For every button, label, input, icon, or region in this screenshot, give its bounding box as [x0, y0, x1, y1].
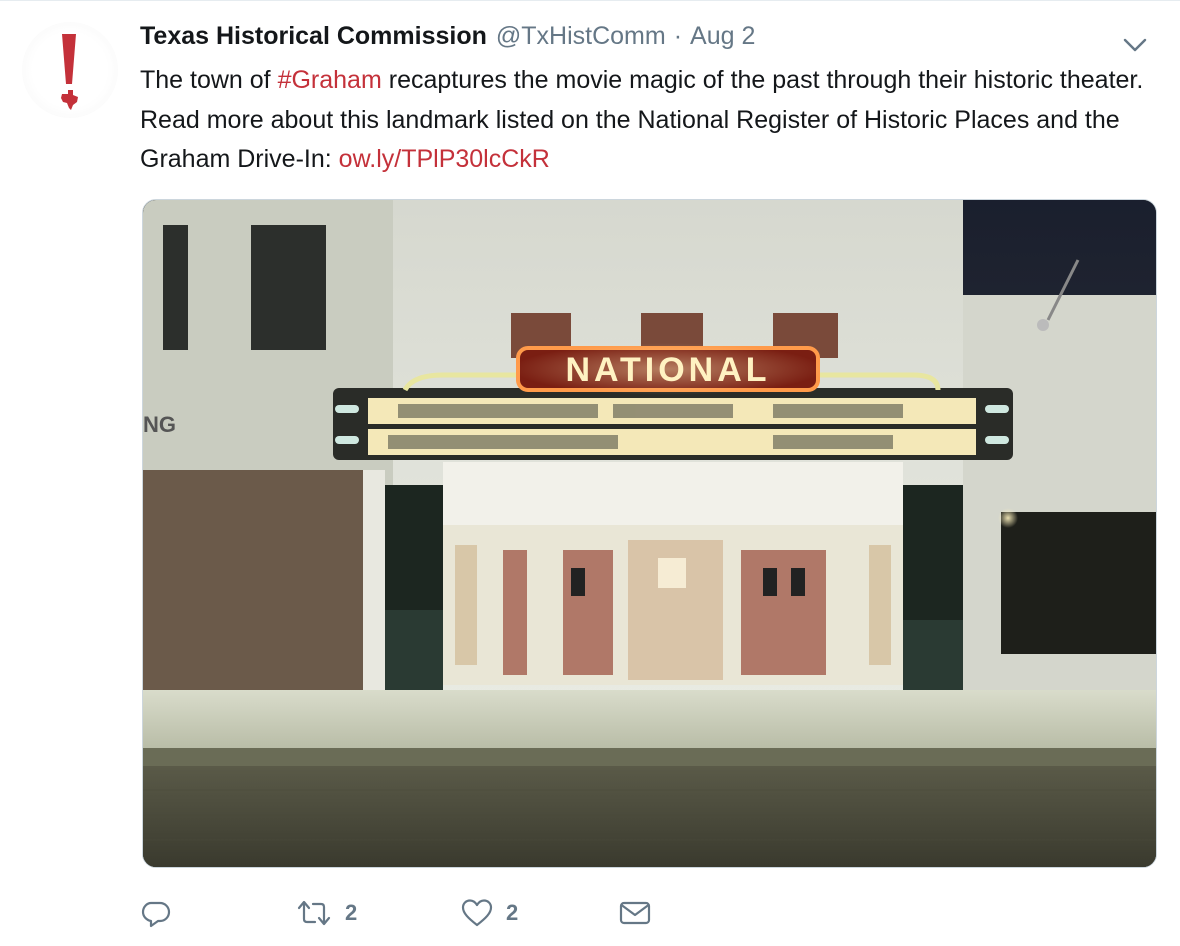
url-link[interactable]: ow.ly/TPlP30lcCkR	[339, 145, 550, 173]
left-building-sign: NG	[143, 412, 176, 437]
more-options-button[interactable]	[1120, 30, 1150, 60]
tweet-card[interactable]: Texas Historical Commission @TxHistComm …	[0, 0, 1180, 946]
author-name[interactable]: Texas Historical Commission	[140, 22, 487, 51]
tweet-text-part: The town of	[140, 66, 278, 94]
author-handle[interactable]: @TxHistComm	[496, 22, 666, 51]
tweet-actions: 2 2	[140, 888, 652, 938]
top-divider	[0, 0, 1180, 1]
reply-icon	[141, 901, 171, 928]
tweet-date[interactable]: Aug 2	[690, 22, 755, 51]
tweet-photo[interactable]: NG NATIONAL	[142, 199, 1157, 868]
reply-button[interactable]	[140, 897, 295, 929]
retweet-icon	[297, 900, 331, 926]
direct-message-button[interactable]	[618, 898, 652, 928]
retweet-count: 2	[345, 900, 358, 925]
envelope-icon	[619, 901, 651, 925]
hashtag-link[interactable]: #Graham	[278, 66, 382, 94]
tweet-text: The town of #Graham recaptures the movie…	[140, 61, 1165, 180]
separator-dot: ·	[673, 22, 683, 50]
marquee-sign-text: NATIONAL	[565, 351, 770, 389]
thc-logo-icon	[61, 34, 78, 110]
avatar[interactable]	[22, 22, 118, 118]
theater-photo: NG NATIONAL	[143, 200, 1156, 867]
retweet-button[interactable]: 2	[295, 897, 460, 929]
heart-icon	[461, 899, 493, 927]
like-count: 2	[506, 900, 519, 925]
chevron-down-icon	[1123, 38, 1147, 52]
like-button[interactable]: 2	[460, 897, 618, 929]
tweet-header: Texas Historical Commission @TxHistComm …	[140, 22, 755, 58]
